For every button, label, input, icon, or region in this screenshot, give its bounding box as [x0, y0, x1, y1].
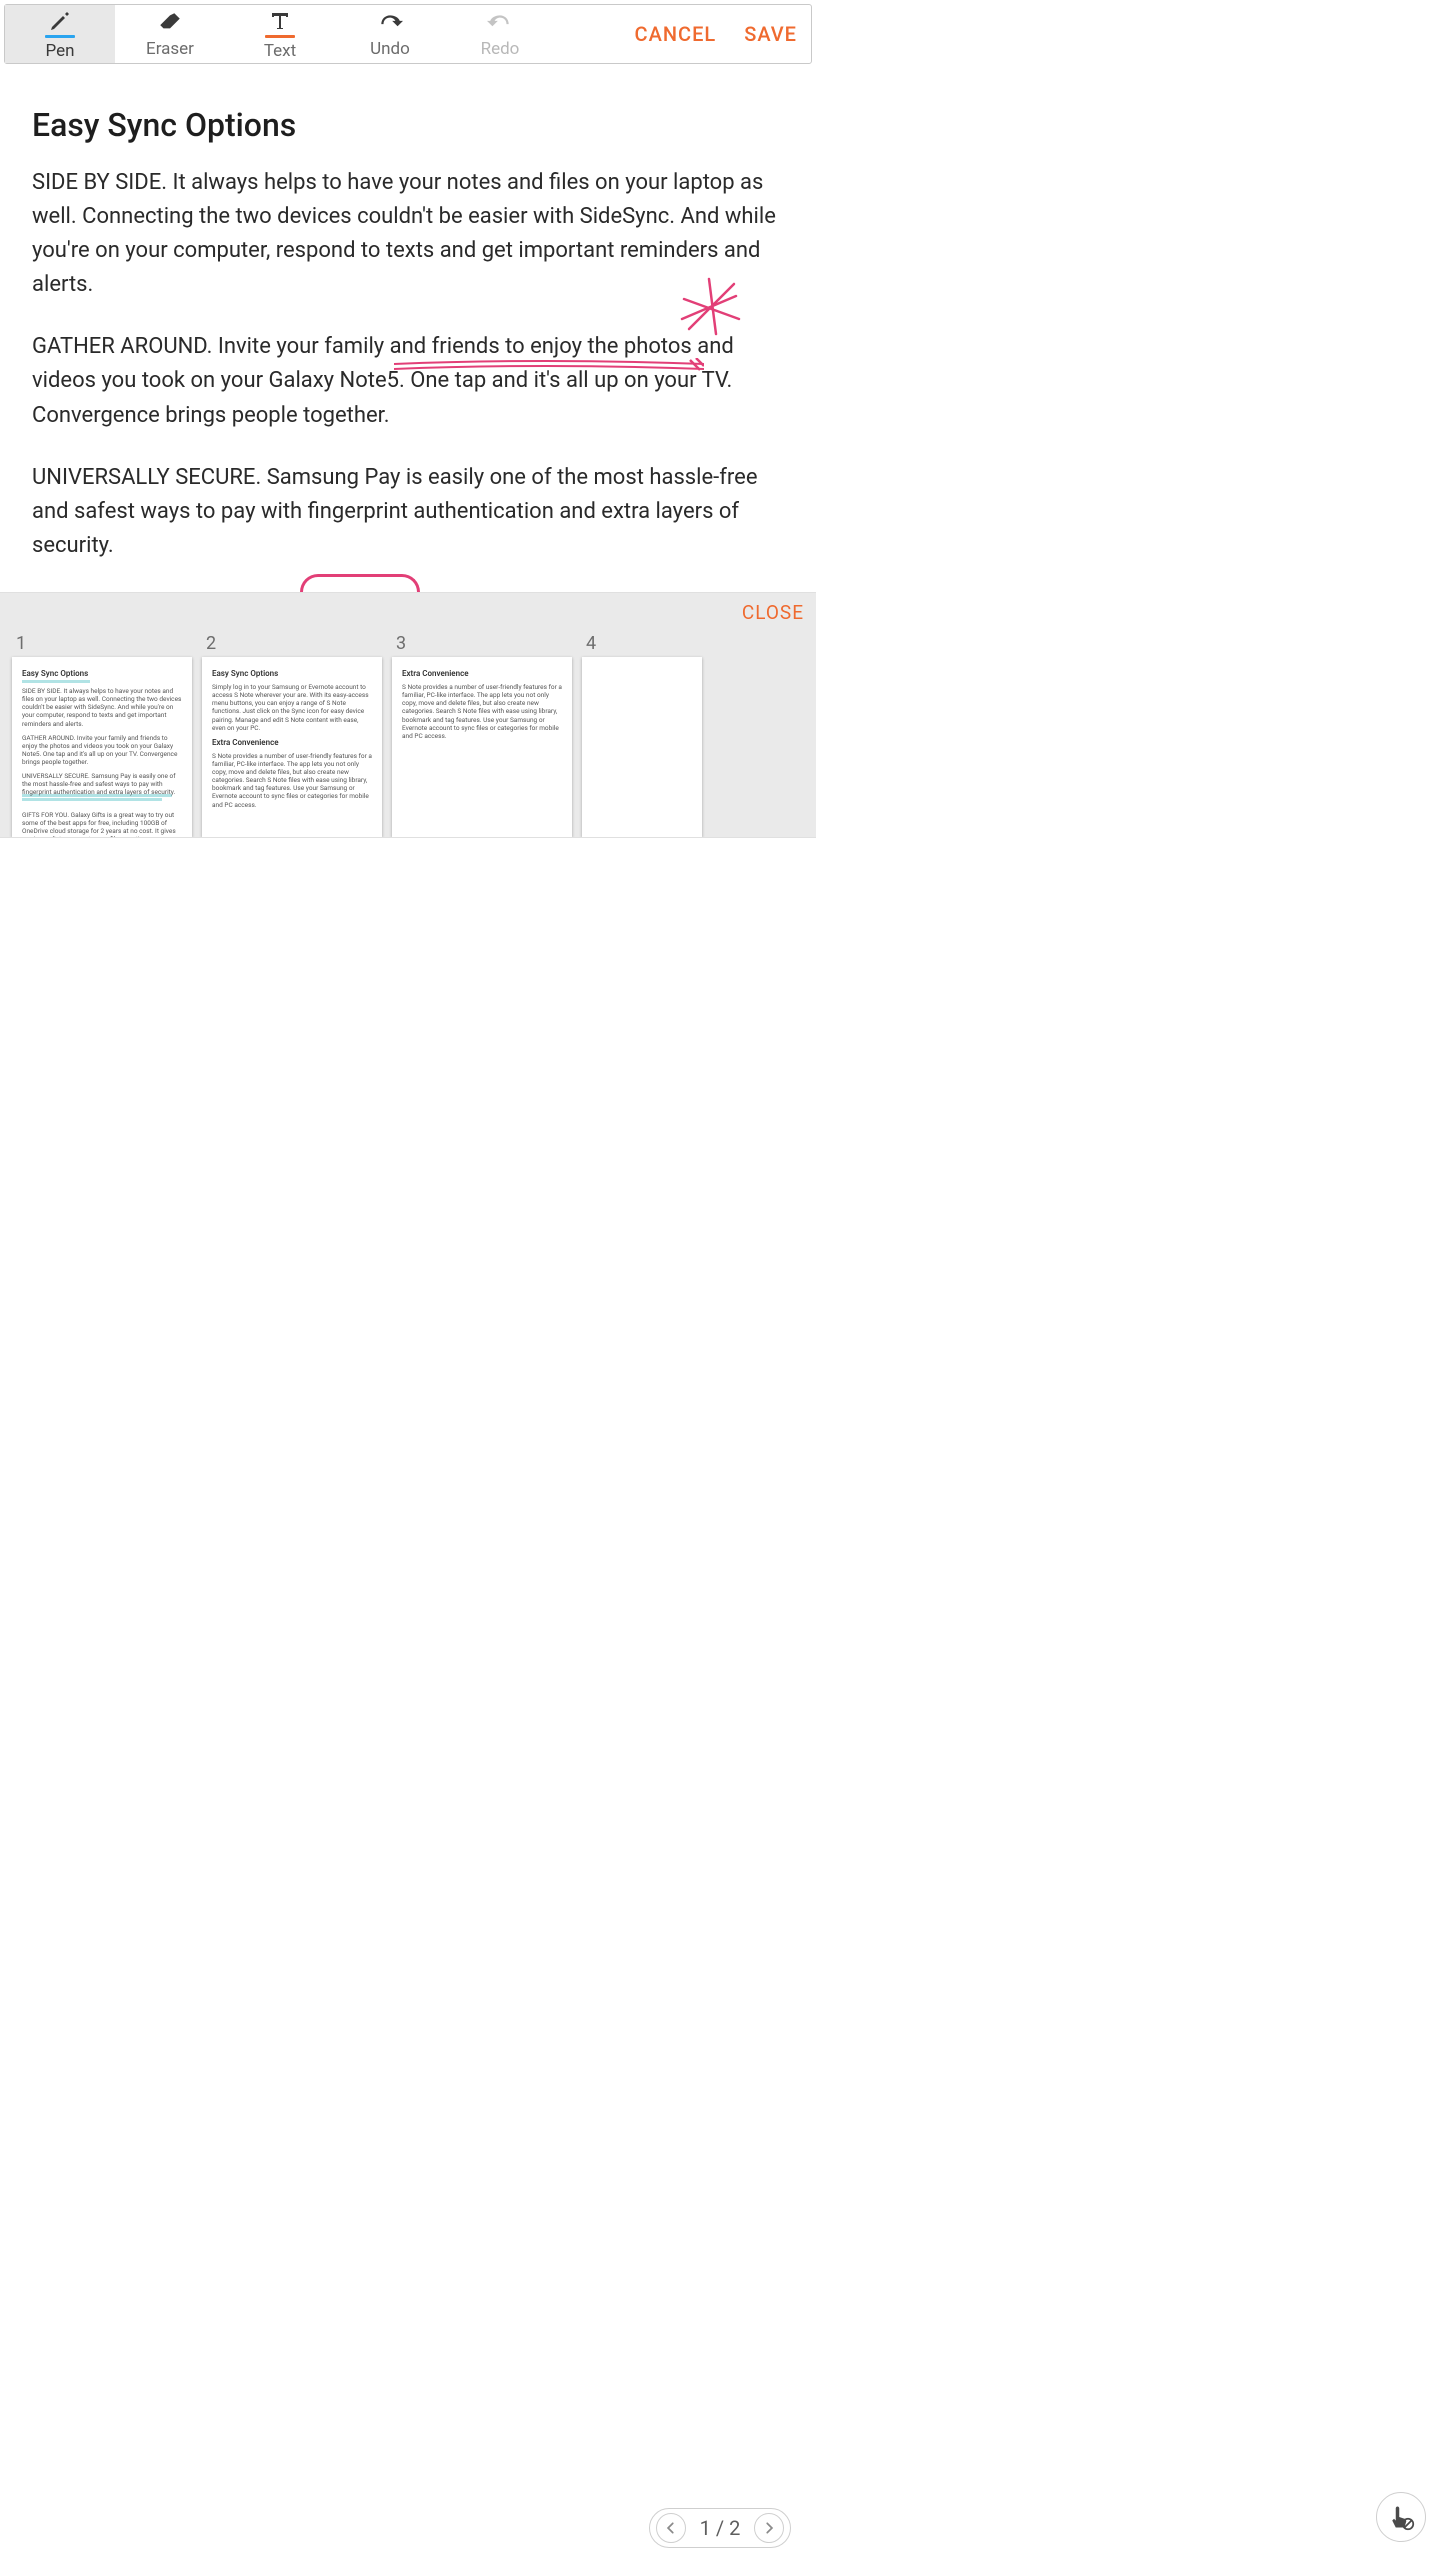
text-label: Text — [264, 41, 296, 61]
touch-disabled-icon — [1387, 2503, 1415, 2531]
thumbnail-2[interactable]: 2 Easy Sync Options Simply log in to you… — [202, 633, 382, 837]
thumb-text: SIDE BY SIDE. It always helps to have yo… — [22, 687, 182, 728]
thumb-heading: Easy Sync Options — [22, 669, 182, 679]
page-indicator: 1 / 2 — [694, 2516, 747, 2540]
chevron-right-icon — [762, 2521, 776, 2535]
pen-tool[interactable]: Pen — [5, 5, 115, 63]
thumbnail-1[interactable]: 1 Easy Sync Options SIDE BY SIDE. It alw… — [12, 633, 192, 837]
thumb-number: 3 — [396, 633, 406, 654]
redo-tool[interactable]: Redo — [445, 5, 555, 63]
thumb-number: 4 — [586, 633, 596, 654]
text-accent-indicator — [265, 35, 295, 38]
doc-paragraph-3-text: UNIVERSALLY SECURE. Samsung Pay is easil… — [32, 465, 757, 558]
eraser-label: Eraser — [146, 39, 194, 59]
eraser-icon — [157, 10, 183, 36]
next-page-button[interactable] — [754, 2513, 784, 2543]
close-button[interactable]: CLOSE — [742, 601, 804, 624]
underline-ink — [394, 358, 704, 374]
save-button[interactable]: SAVE — [730, 5, 811, 63]
thumb-heading: Extra Convenience — [402, 669, 562, 679]
thumb-text: GIFTS FOR YOU. Galaxy Gifts is a great w… — [22, 811, 182, 838]
thumb-page[interactable]: Easy Sync Options SIDE BY SIDE. It alway… — [12, 657, 192, 837]
page-navigator: 1 / 2 — [0, 2506, 1440, 2550]
thumb-text: Simply log in to your Samsung or Evernot… — [212, 683, 372, 732]
chevron-left-icon — [664, 2521, 678, 2535]
pager-pill: 1 / 2 — [649, 2508, 792, 2548]
thumbnail-4[interactable]: 4 — [582, 633, 702, 837]
thumb-text: S Note provides a number of user-friendl… — [212, 752, 372, 809]
thumb-page[interactable] — [582, 657, 702, 837]
thumbnail-row[interactable]: 1 Easy Sync Options SIDE BY SIDE. It alw… — [12, 633, 816, 837]
doc-paragraph-2: GATHER AROUND. Invite your family and fr… — [32, 330, 784, 432]
redo-label: Redo — [481, 39, 520, 59]
cancel-button[interactable]: CANCEL — [621, 5, 731, 63]
star-ink-icon — [674, 274, 744, 344]
document-canvas[interactable]: Easy Sync Options SIDE BY SIDE. It alway… — [0, 64, 816, 563]
doc-title: Easy Sync Options — [32, 106, 296, 144]
text-tool[interactable]: Text — [225, 5, 335, 63]
pen-label: Pen — [45, 41, 74, 61]
thumb-text: UNIVERSALLY SECURE. Samsung Pay is easil… — [22, 772, 182, 796]
thumb-number: 2 — [206, 633, 216, 654]
doc-title-text: Easy Sync Options — [32, 106, 296, 144]
toolbar: Pen Eraser Text Undo Redo CANCEL SAVE — [4, 4, 812, 64]
doc-paragraph-2-text: GATHER AROUND. Invite your family and fr… — [32, 334, 734, 427]
highlight-stroke — [25, 533, 717, 553]
touch-lock-button[interactable] — [1376, 2492, 1426, 2542]
thumb-heading: Extra Convenience — [212, 738, 372, 748]
page-thumbnail-strip: CLOSE 1 Easy Sync Options SIDE BY SIDE. … — [0, 592, 816, 838]
thumb-page[interactable]: Extra Convenience S Note provides a numb… — [392, 657, 572, 837]
doc-paragraph-3: UNIVERSALLY SECURE. Samsung Pay is easil… — [32, 461, 784, 563]
undo-tool[interactable]: Undo — [335, 5, 445, 63]
pen-icon — [47, 8, 73, 34]
eraser-tool[interactable]: Eraser — [115, 5, 225, 63]
redo-icon — [487, 10, 513, 36]
thumb-page[interactable]: Easy Sync Options Simply log in to your … — [202, 657, 382, 837]
thumb-number: 1 — [16, 633, 26, 654]
thumb-text: GATHER AROUND. Invite your family and fr… — [22, 734, 182, 767]
thumb-text: S Note provides a number of user-friendl… — [402, 683, 562, 740]
thumbnail-3[interactable]: 3 Extra Convenience S Note provides a nu… — [392, 633, 572, 837]
thumb-heading: Easy Sync Options — [212, 669, 372, 679]
text-icon — [267, 8, 293, 34]
doc-paragraph-1: SIDE BY SIDE. It always helps to have yo… — [32, 166, 784, 302]
pen-active-indicator — [45, 35, 75, 38]
ink-arc — [300, 574, 420, 592]
undo-label: Undo — [370, 39, 410, 59]
undo-icon — [377, 10, 403, 36]
prev-page-button[interactable] — [656, 2513, 686, 2543]
